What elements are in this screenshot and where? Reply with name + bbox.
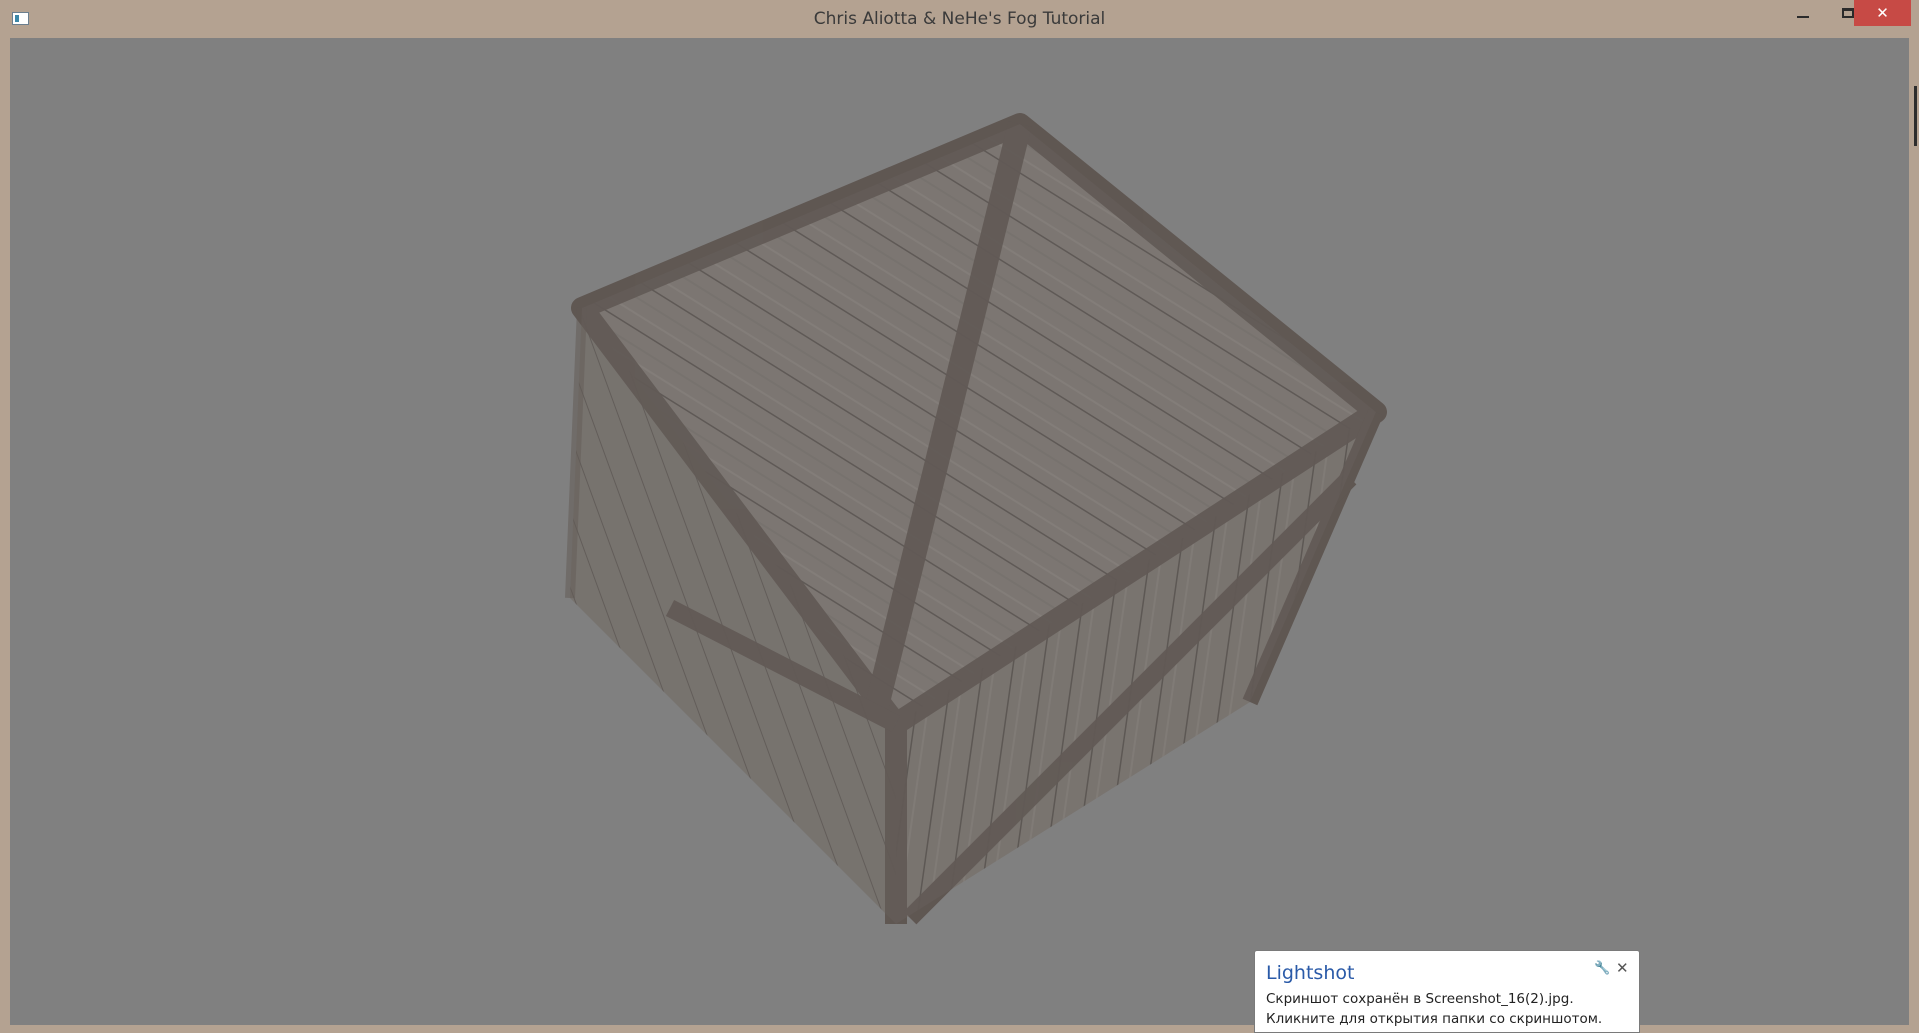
- minimize-button[interactable]: [1780, 0, 1826, 26]
- title-bar[interactable]: Chris Aliotta & NeHe's Fog Tutorial ✕: [0, 0, 1919, 38]
- wrench-icon[interactable]: 🔧: [1594, 961, 1610, 976]
- window-resize-edge: [1914, 86, 1917, 146]
- close-icon[interactable]: ✕: [1616, 959, 1629, 977]
- close-button[interactable]: ✕: [1854, 0, 1911, 26]
- opengl-viewport[interactable]: [10, 38, 1909, 1025]
- lightshot-notification[interactable]: Lightshot 🔧 ✕ Скриншот сохранён в Screen…: [1254, 950, 1640, 1033]
- crate-render: [565, 113, 1387, 925]
- notification-message[interactable]: Скриншот сохранён в Screenshot_16(2).jpg…: [1266, 989, 1632, 1029]
- close-icon: ✕: [1876, 4, 1889, 22]
- maximize-icon: [1842, 8, 1854, 18]
- minimize-icon: [1797, 16, 1809, 18]
- window-title: Chris Aliotta & NeHe's Fog Tutorial: [813, 9, 1106, 29]
- notification-title: Lightshot: [1266, 962, 1355, 984]
